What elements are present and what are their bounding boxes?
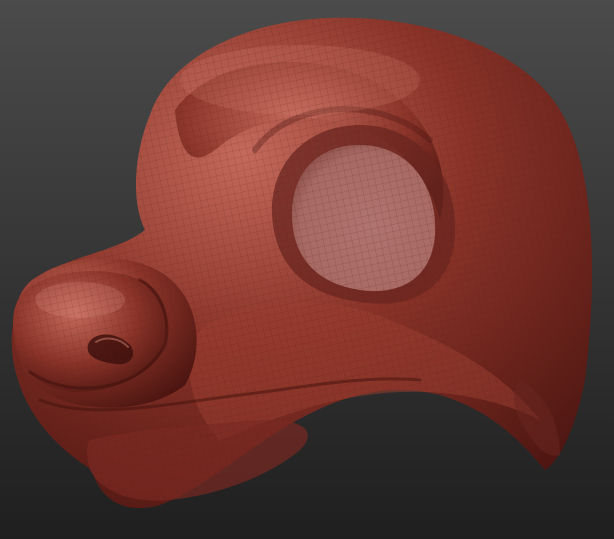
sculpt-scene: [0, 0, 614, 539]
zbrush-viewport[interactable]: [0, 0, 614, 539]
